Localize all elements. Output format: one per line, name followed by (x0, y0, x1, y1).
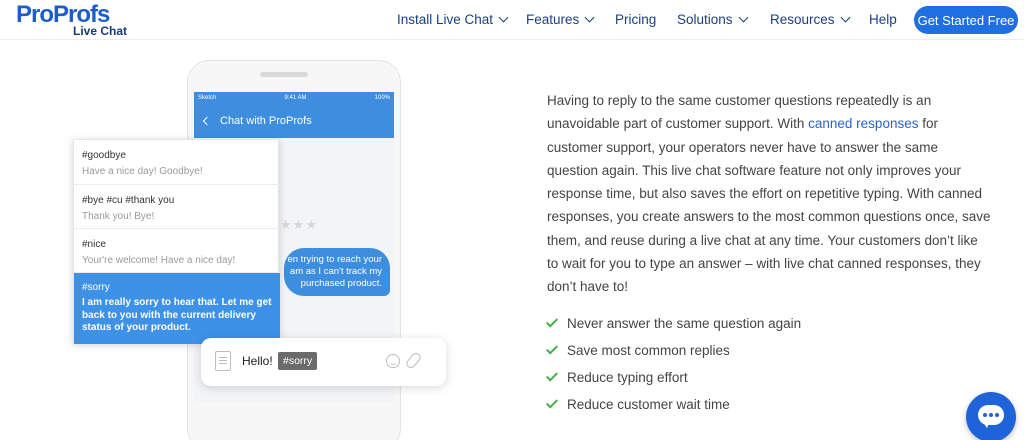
nav-solutions[interactable]: Solutions (677, 12, 748, 27)
top-navbar: ProProfs Live Chat Install Live Chat Fea… (0, 0, 1024, 40)
dot (989, 413, 993, 417)
feature-item: Save most common replies (545, 340, 846, 360)
canned-item-bye[interactable]: #bye #cu #thank you Thank you! Bye! (74, 185, 280, 229)
canned-message: Your're welcome! Have a nice day! (82, 255, 236, 266)
canned-responses-link[interactable]: canned responses (808, 116, 918, 131)
canned-tag: #bye #cu #thank you (82, 195, 175, 206)
check-icon (545, 395, 559, 409)
star-icon[interactable]: ★ (305, 217, 318, 232)
logo-subtitle: Live Chat (73, 24, 128, 38)
get-started-button[interactable]: Get Started Free (914, 6, 1018, 34)
nav-help[interactable]: Help (869, 12, 897, 27)
check-icon (545, 314, 559, 328)
chevron-down-icon (584, 12, 595, 23)
back-chevron-icon[interactable] (202, 116, 212, 126)
document-icon[interactable] (215, 351, 231, 371)
feature-label: Never answer the same question again (567, 315, 802, 331)
canned-message: Have a nice day! Goodbye! (82, 166, 203, 177)
customer-message-bubble: en trying to reach your am as I can't tr… (284, 248, 390, 296)
carrier-label: Sketch (198, 95, 217, 101)
paperclip-icon[interactable] (404, 351, 423, 370)
feature-item: Never answer the same question again (545, 313, 846, 333)
feature-item: Reduce typing effort (545, 367, 846, 387)
chevron-down-icon (840, 12, 850, 23)
phone-status-bar: Sketch 9:41 AM 100% (194, 92, 394, 104)
canned-tag: #nice (82, 239, 106, 250)
description-text-after: for customer support, your operators nev… (547, 116, 991, 295)
feature-description: Having to reply to the same customer que… (547, 89, 992, 299)
chevron-down-icon (738, 12, 748, 23)
nav-item-label: Install Live Chat (397, 12, 494, 27)
chevron-down-icon (498, 12, 509, 23)
status-time: 9:41 AM (284, 95, 307, 101)
bubble-line: en trying to reach your (287, 254, 382, 265)
phone-speaker (260, 72, 308, 77)
canned-item-goodbye[interactable]: #goodbye Have a nice day! Goodbye! (74, 140, 280, 185)
canned-item-sorry[interactable]: #sorry I am really sorry to hear that. L… (74, 273, 280, 344)
bubble-line: am as I can't track my (289, 266, 382, 277)
feature-label: Reduce typing effort (567, 369, 688, 385)
nav-features[interactable]: Features (526, 12, 595, 27)
feature-label: Reduce customer wait time (567, 396, 730, 412)
input-text: Hello! (242, 354, 273, 368)
feature-item: Reduce customer wait time (545, 394, 846, 414)
nav-resources[interactable]: Resources (770, 12, 850, 27)
check-icon (545, 341, 559, 355)
logo[interactable]: ProProfs Live Chat (16, 3, 128, 39)
canned-shortcut-chip: #sorry (278, 352, 318, 370)
canned-tag: #goodbye (82, 150, 126, 161)
nav-item-label: Features (526, 12, 580, 27)
canned-responses-list: #goodbye Have a nice day! Goodbye! #bye … (73, 139, 280, 344)
canned-tag: #sorry (82, 282, 110, 293)
bubble-line: purchased product. (300, 278, 382, 289)
chat-widget-icon (978, 405, 1004, 428)
dot (995, 413, 999, 417)
star-icon[interactable]: ★ (280, 217, 293, 232)
canned-item-nice[interactable]: #nice Your're welcome! Have a nice day! (74, 229, 280, 273)
emoji-icon[interactable] (386, 354, 400, 368)
rating-stars[interactable]: ★★★ (280, 217, 318, 233)
nav-item-label: Solutions (677, 12, 733, 27)
nav-install-live-chat[interactable]: Install Live Chat (397, 12, 509, 27)
nav-item-label: Help (869, 12, 897, 27)
canned-message: I am really sorry to hear that. Let me g… (82, 297, 272, 333)
check-icon (545, 368, 559, 382)
nav-pricing[interactable]: Pricing (615, 12, 656, 27)
nav-item-label: Resources (770, 12, 835, 27)
star-icon[interactable]: ★ (293, 217, 306, 232)
feature-label: Save most common replies (567, 342, 730, 358)
battery-label: 100% (374, 95, 390, 101)
chat-title: Chat with ProProfs (220, 115, 312, 127)
chat-header: Chat with ProProfs (194, 104, 394, 138)
chat-widget-button[interactable] (966, 392, 1016, 440)
nav-item-label: Pricing (615, 12, 657, 27)
message-input[interactable]: Hello! #sorry (201, 338, 446, 386)
dot (983, 413, 987, 417)
canned-message: Thank you! Bye! (82, 211, 155, 222)
